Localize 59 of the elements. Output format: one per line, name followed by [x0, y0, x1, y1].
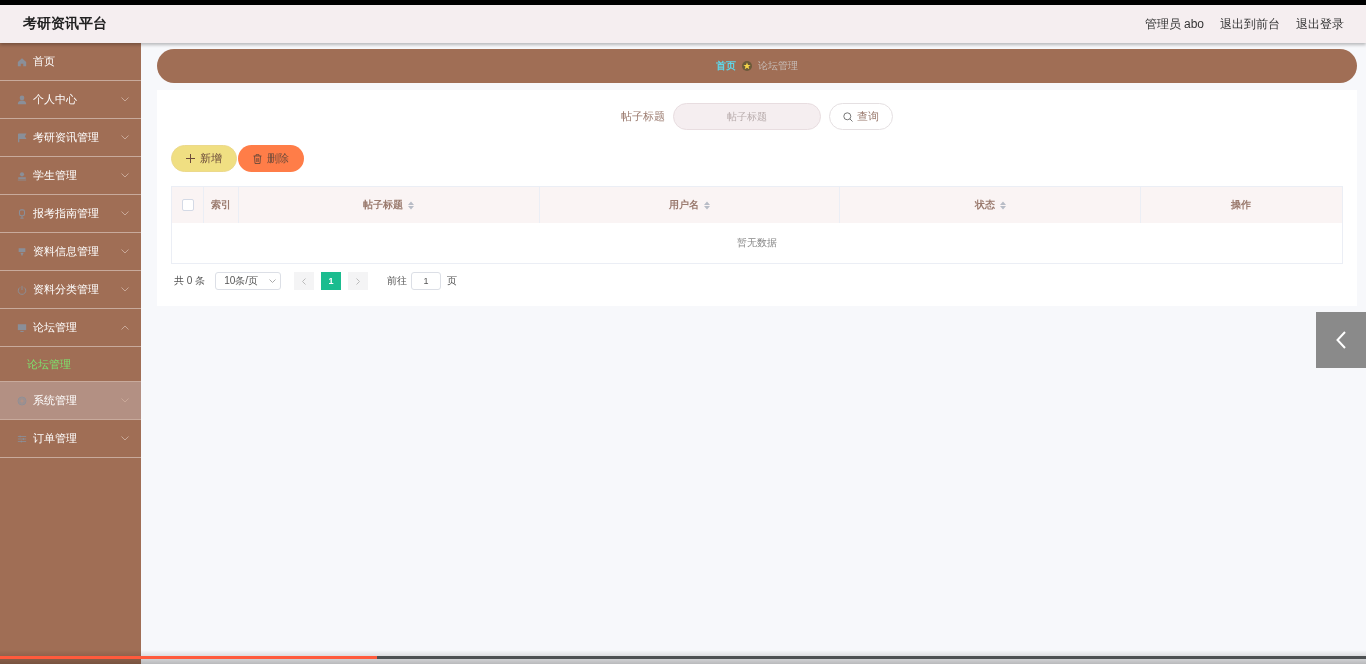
flag-icon [17, 132, 27, 143]
page-button[interactable]: 1 [321, 272, 342, 290]
home-icon [17, 56, 27, 67]
chevron-left-icon [1336, 331, 1346, 349]
chevron-icon [121, 211, 129, 216]
header-link[interactable]: 退出登录 [1296, 15, 1344, 33]
search-field[interactable]: 帖子标题 [673, 103, 821, 130]
power-icon [17, 284, 27, 295]
prev-page-button[interactable] [294, 272, 315, 290]
header-link[interactable]: 退出到前台 [1220, 15, 1280, 33]
monitor-icon [17, 322, 27, 333]
star-icon [742, 61, 752, 71]
chevron-icon [121, 249, 129, 254]
goto-label: 前往 [387, 274, 408, 288]
chevron-left-icon [302, 277, 307, 285]
menu-item[interactable]: 系统管理 [0, 382, 141, 420]
total-count: 共 0 条 [174, 274, 206, 288]
delete-button[interactable]: 删除 [238, 145, 304, 172]
sort-icon [704, 200, 710, 210]
plus-icon [186, 154, 195, 163]
collapse-button[interactable] [1316, 312, 1366, 368]
page-suffix: 页 [447, 274, 458, 288]
person-icon [17, 94, 27, 105]
add-button[interactable]: 新增 [171, 145, 237, 172]
next-page-button[interactable] [348, 272, 369, 290]
microphone-icon [17, 208, 27, 219]
user-icon [17, 170, 27, 181]
chevron-icon [121, 287, 129, 292]
empty-message: 暂无数据 [737, 236, 777, 250]
column-header[interactable]: 用户名 [539, 187, 841, 223]
page-size-select[interactable]: 10条/页 [215, 272, 282, 290]
sort-icon [408, 200, 415, 210]
app-title: 考研资讯平台 [23, 15, 107, 33]
chevron-icon [121, 173, 129, 178]
chevron-right-icon [356, 277, 361, 285]
trash-icon [253, 153, 262, 164]
chevron-icon [121, 135, 129, 140]
progress-track[interactable] [0, 656, 1366, 659]
search-label: 帖子标题 [621, 109, 665, 124]
chevron-icon [121, 325, 129, 330]
column-header: 操作 [1230, 198, 1253, 212]
breadcrumb-link[interactable]: 首页 [716, 59, 736, 73]
chevron-icon [121, 97, 129, 102]
column-header[interactable]: 状态 [840, 187, 1141, 223]
sliders-icon [17, 433, 27, 444]
select-all-checkbox[interactable] [181, 199, 194, 211]
goto-page-field[interactable]: 1 [411, 272, 442, 290]
search-icon [843, 111, 853, 122]
chevron-icon [121, 398, 129, 403]
chevron-icon [121, 436, 129, 441]
column-header[interactable]: 帖子标题 [239, 187, 540, 223]
search-button[interactable]: 查询 [829, 103, 893, 130]
pin-icon [17, 246, 27, 257]
header-link[interactable]: 管理员 abo [1144, 15, 1204, 33]
breadcrumb-current: 论坛管理 [758, 59, 798, 73]
chevron-icon [269, 279, 277, 283]
sort-icon [999, 200, 1006, 210]
column-header: 索引 [204, 187, 239, 223]
circle-icon [17, 395, 27, 406]
